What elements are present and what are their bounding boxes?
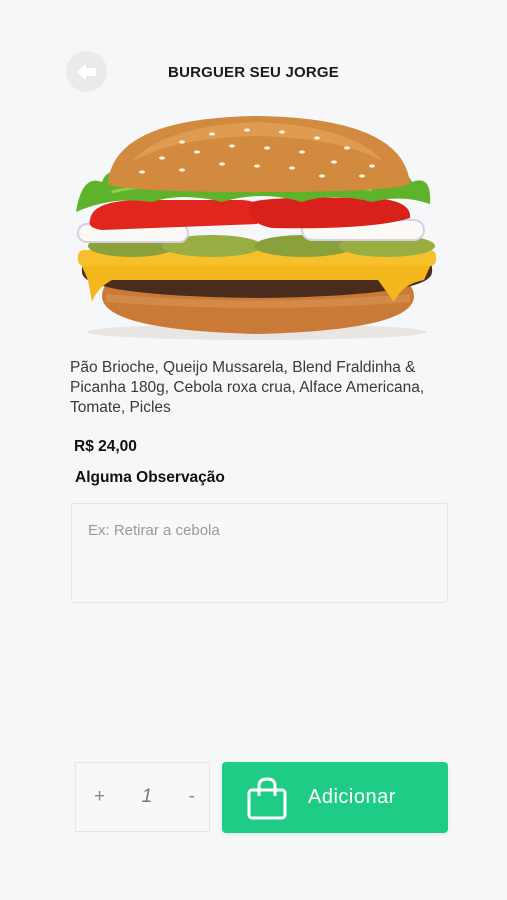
product-description: Pão Brioche, Queijo Mussarela, Blend Fra… bbox=[70, 359, 425, 416]
add-to-cart-button[interactable]: Adicionar bbox=[222, 762, 448, 833]
quantity-stepper: + 1 - bbox=[75, 762, 210, 832]
increment-button[interactable]: + bbox=[94, 786, 105, 808]
observation-input[interactable] bbox=[71, 503, 448, 603]
page-title: BURGUER SEU JORGE bbox=[168, 64, 339, 81]
burger-image bbox=[76, 116, 436, 340]
observation-label: Alguma Observação bbox=[75, 469, 225, 486]
shopping-bag-icon bbox=[247, 776, 287, 819]
add-button-label: Adicionar bbox=[308, 786, 396, 808]
product-price: R$ 24,00 bbox=[74, 438, 137, 455]
decrement-button[interactable]: - bbox=[189, 786, 195, 808]
quantity-value: 1 bbox=[141, 786, 153, 807]
